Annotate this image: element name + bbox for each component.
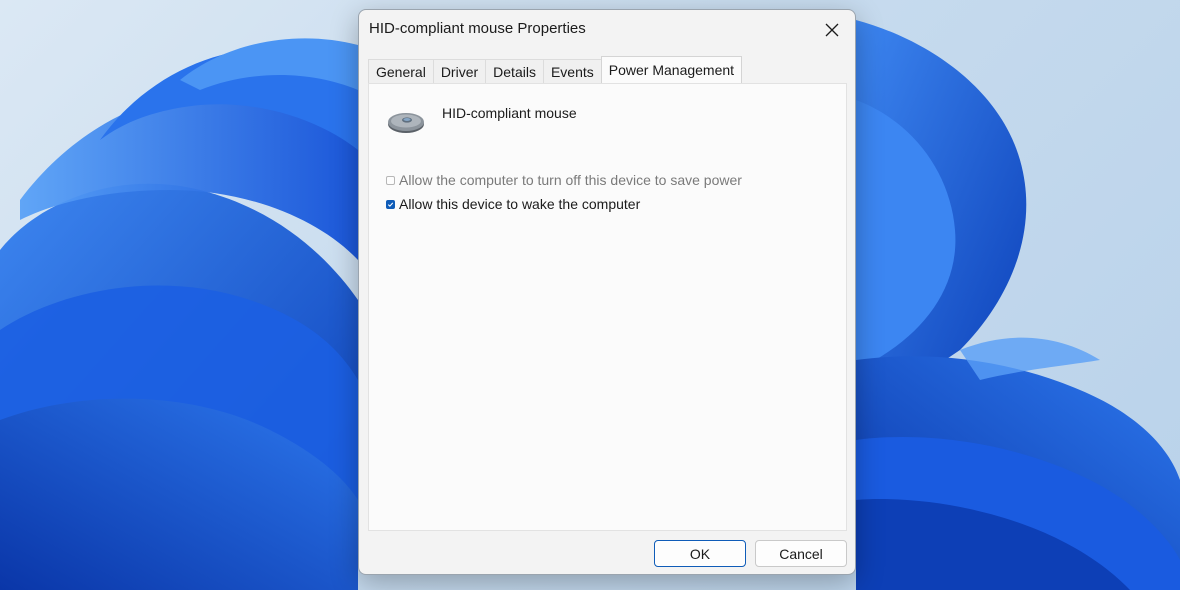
dialog-title: HID-compliant mouse Properties [369, 20, 586, 37]
tab-general[interactable]: General [368, 59, 434, 83]
allow-power-off-option: Allow the computer to turn off this devi… [386, 172, 742, 188]
allow-wake-option[interactable]: Allow this device to wake the computer [386, 196, 640, 212]
tab-strip: General Driver Details Events Power Mana… [368, 56, 743, 83]
tab-events[interactable]: Events [542, 59, 602, 83]
title-bar[interactable]: HID-compliant mouse Properties [359, 10, 855, 50]
allow-power-off-label: Allow the computer to turn off this devi… [399, 172, 742, 188]
cancel-button[interactable]: Cancel [755, 540, 847, 567]
close-button[interactable] [815, 14, 849, 46]
mouse-icon [388, 113, 424, 133]
properties-dialog: HID-compliant mouse Properties General D… [358, 9, 856, 575]
allow-power-off-checkbox[interactable] [386, 175, 395, 185]
power-management-panel: HID-compliant mouse Allow the computer t… [368, 83, 847, 531]
device-name: HID-compliant mouse [442, 105, 577, 121]
allow-wake-checkbox[interactable] [386, 199, 395, 209]
tab-details[interactable]: Details [485, 59, 544, 83]
dialog-buttons: OK Cancel [359, 540, 855, 568]
tab-driver[interactable]: Driver [432, 59, 487, 83]
tab-power-management[interactable]: Power Management [600, 56, 743, 83]
desktop: HID-compliant mouse Properties General D… [0, 0, 1180, 590]
ok-button[interactable]: OK [654, 540, 746, 567]
checkmark-icon [387, 202, 394, 207]
allow-wake-label: Allow this device to wake the computer [399, 196, 641, 212]
close-icon [825, 23, 839, 37]
